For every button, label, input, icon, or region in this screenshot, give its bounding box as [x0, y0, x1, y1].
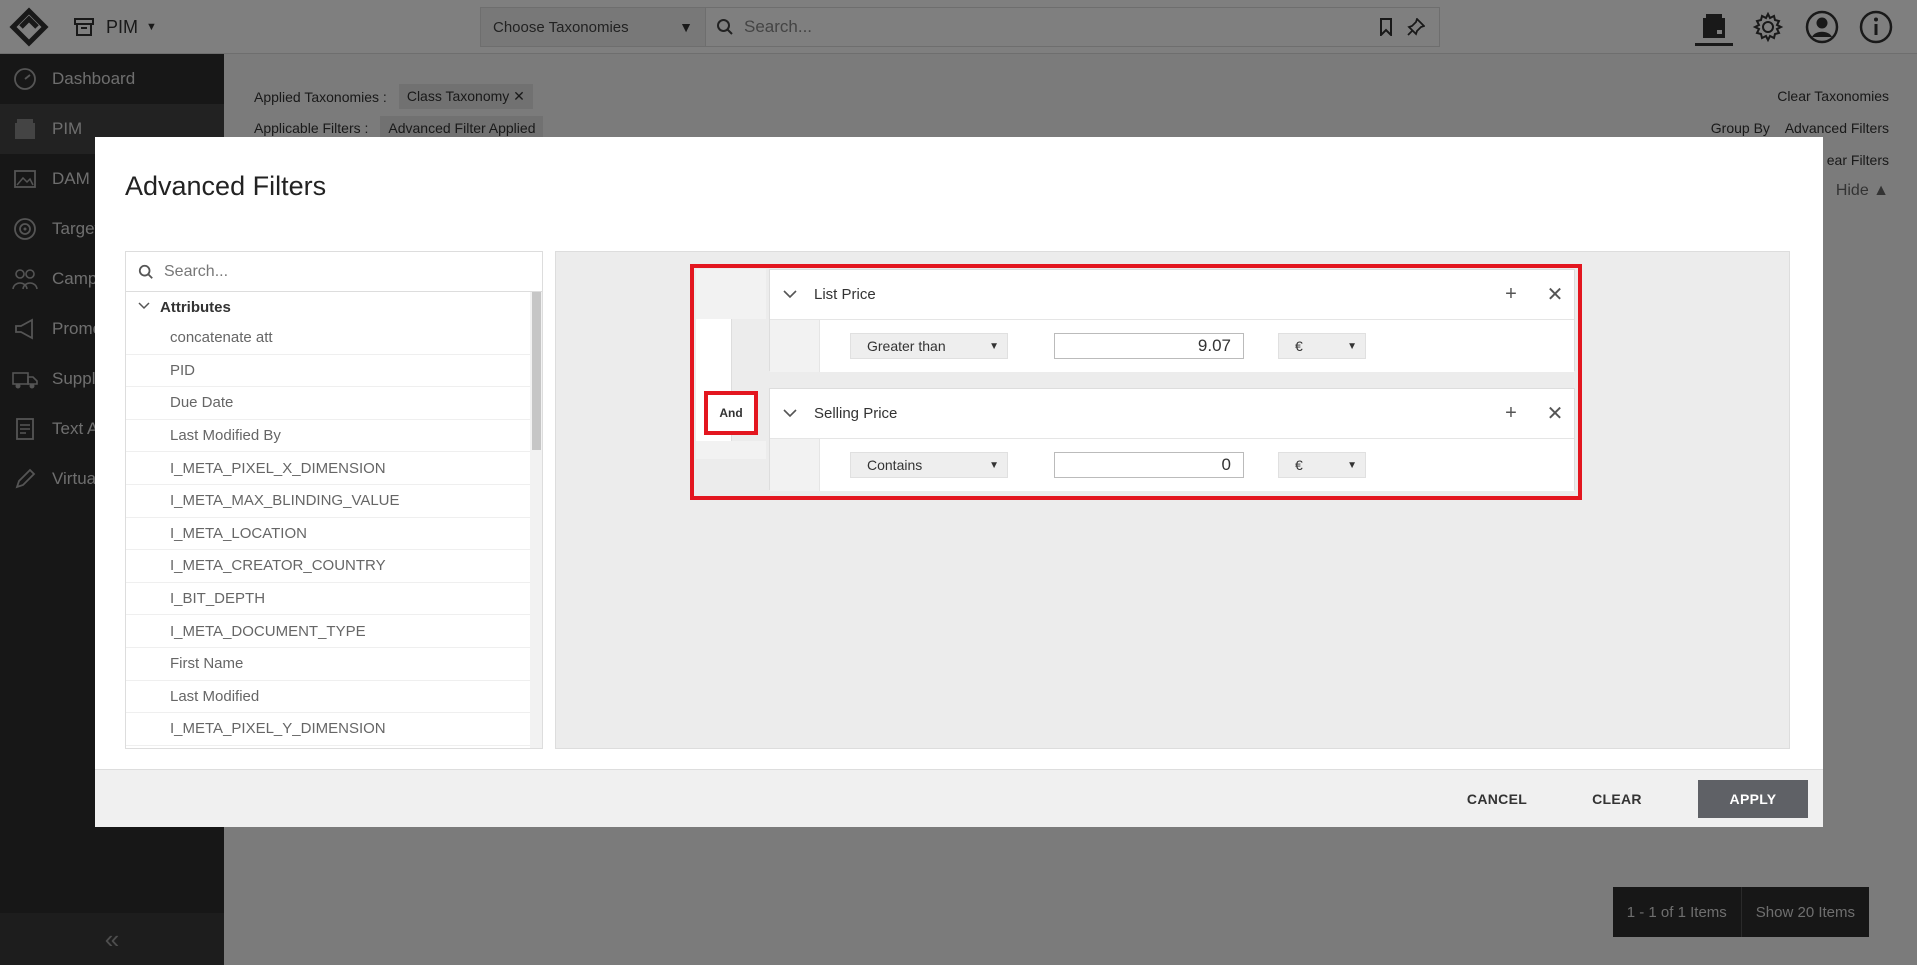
list-item[interactable]: PID: [126, 355, 531, 388]
modal-title: Advanced Filters: [125, 171, 327, 201]
chevron-down-icon[interactable]: [138, 301, 150, 313]
list-item[interactable]: concatenate att: [126, 322, 531, 355]
attribute-tree: Attributes concatenate att PID Due Date …: [126, 292, 531, 748]
list-item[interactable]: I_META_PIXEL_Y_DIMENSION: [126, 713, 531, 746]
attribute-search: [126, 252, 542, 292]
list-item[interactable]: I_META_PIXEL_X_DIMENSION: [126, 452, 531, 485]
advanced-filters-modal: Advanced Filters Attributes concatenate …: [95, 137, 1823, 827]
list-item[interactable]: I_BIT_DEPTH: [126, 583, 531, 616]
attributes-panel: Attributes concatenate att PID Due Date …: [125, 251, 543, 749]
list-item[interactable]: I_META_CREATOR_COUNTRY: [126, 550, 531, 583]
tree-node-label: Attributes: [160, 298, 231, 316]
cancel-button[interactable]: CANCEL: [1457, 780, 1537, 818]
list-item[interactable]: Last Modified: [126, 681, 531, 714]
list-item[interactable]: I_META_DOCUMENT_TYPE: [126, 615, 531, 648]
attribute-scrollbar[interactable]: [530, 292, 542, 748]
search-icon: [138, 264, 154, 280]
apply-button[interactable]: APPLY: [1698, 780, 1808, 818]
list-item[interactable]: First Name: [126, 648, 531, 681]
filter-builder: List Price + ✕ Greater than ▼ 9.07 € ▼ S…: [555, 251, 1790, 749]
list-item[interactable]: Last Modified By: [126, 420, 531, 453]
clear-button[interactable]: CLEAR: [1582, 780, 1652, 818]
scrollbar-thumb[interactable]: [532, 292, 541, 450]
list-item[interactable]: I_META_MAX_BLINDING_VALUE: [126, 485, 531, 518]
list-item[interactable]: Due Date: [126, 387, 531, 420]
modal-footer: CANCEL CLEAR APPLY: [95, 769, 1823, 827]
attribute-search-input[interactable]: [164, 262, 524, 281]
tree-node-attributes[interactable]: Attributes: [126, 292, 531, 322]
list-item[interactable]: I_META_LOCATION: [126, 518, 531, 551]
highlight-frame: [690, 264, 1582, 500]
